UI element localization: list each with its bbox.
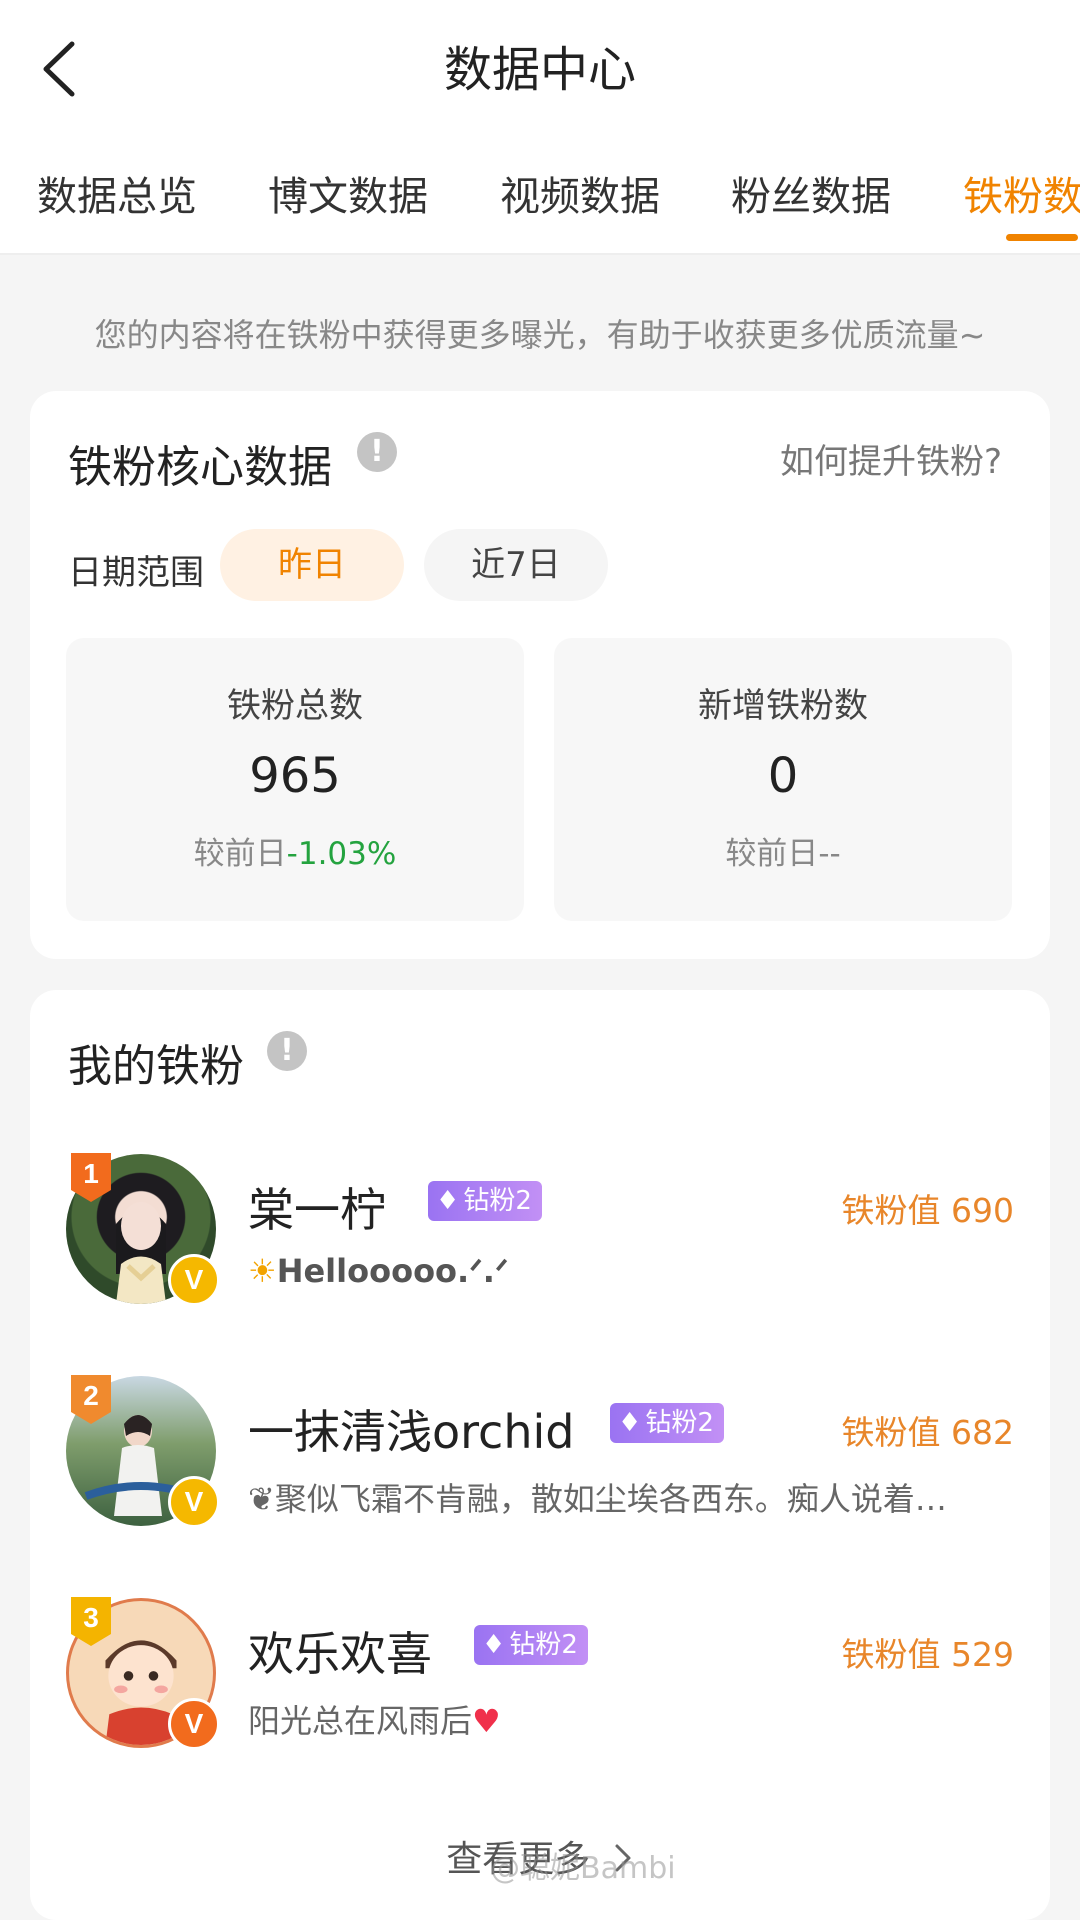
watermark: @聪妮Bambi xyxy=(490,1851,676,1886)
tab-bar: 数据总览 博文数据 视频数据 粉丝数据 铁粉数据 xyxy=(0,140,1080,255)
gem-icon: ♦ xyxy=(618,1408,642,1438)
verified-v-icon: V xyxy=(168,1254,220,1306)
stat-compare: 较前日-- xyxy=(554,828,1012,873)
stat-new-iron-fans: 新增铁粉数 0 较前日-- xyxy=(554,638,1012,921)
fan-row[interactable]: 3 V 欢乐欢喜 ♦ 钻粉2 铁粉值 529 阳光总在风雨后♥ xyxy=(66,1597,1014,1758)
level-text: 钻粉2 xyxy=(645,1408,714,1438)
level-text: 钻粉2 xyxy=(509,1630,578,1660)
gem-icon: ♦ xyxy=(436,1186,460,1216)
fan-row[interactable]: 1 V 棠一柠 ♦ 钻粉2 铁粉值 690 ☀Hellooooo.ᐟ.ᐟ xyxy=(66,1153,1014,1314)
change-value: -- xyxy=(818,836,841,872)
info-icon[interactable]: ! xyxy=(357,432,397,472)
tab-post-data[interactable]: 博文数据 xyxy=(268,170,428,224)
bio-text: Hellooooo.ᐟ.ᐟ xyxy=(276,1252,509,1290)
heart-icon: ♥ xyxy=(472,1702,501,1740)
rank-badge: 3 xyxy=(68,1594,114,1648)
gem-icon: ♦ xyxy=(482,1630,506,1660)
rank-number: 2 xyxy=(83,1380,99,1411)
fan-bio: ☀Hellooooo.ᐟ.ᐟ xyxy=(248,1252,509,1290)
iron-fan-value: 铁粉值 690 xyxy=(841,1191,1014,1230)
tab-video-data[interactable]: 视频数据 xyxy=(500,170,660,224)
fan-bio: 阳光总在风雨后♥ xyxy=(248,1696,501,1742)
stat-compare: 较前日-1.03% xyxy=(66,828,524,873)
date-option-7days[interactable]: 近7日 xyxy=(424,529,608,601)
tab-iron-fans-data[interactable]: 铁粉数据 xyxy=(963,170,1080,224)
active-tab-indicator xyxy=(1006,234,1078,241)
rank-badge: 2 xyxy=(68,1372,114,1426)
how-to-increase-link[interactable]: 如何提升铁粉? xyxy=(780,434,1002,483)
my-iron-fans-card: 我的铁粉 ! 1 V 棠一柠 ♦ 钻粉2 铁粉值 690 ☀Hellooooo.ᐟ… xyxy=(30,990,1050,1920)
level-badge: ♦ 钻粉2 xyxy=(610,1403,724,1443)
level-badge: ♦ 钻粉2 xyxy=(428,1181,542,1221)
iron-fan-value: 铁粉值 682 xyxy=(841,1413,1014,1452)
info-icon[interactable]: ! xyxy=(267,1031,307,1071)
tab-fans-data[interactable]: 粉丝数据 xyxy=(731,170,891,224)
core-data-card: 铁粉核心数据 ! 如何提升铁粉? 日期范围 昨日 近7日 铁粉总数 965 较前… xyxy=(30,391,1050,959)
tab-overview[interactable]: 数据总览 xyxy=(37,170,197,224)
notice-text: 您的内容将在铁粉中获得更多曝光，有助于收获更多优质流量~ xyxy=(94,316,986,354)
date-range-label: 日期范围 xyxy=(68,553,204,593)
compare-prefix: 较前日 xyxy=(725,836,819,872)
iron-fan-value: 铁粉值 529 xyxy=(841,1635,1014,1674)
bio-text: 聚似飞霜不肯融，散如尘埃各西东。痴人说着… xyxy=(274,1480,947,1518)
page-title: 数据中心 xyxy=(443,42,636,98)
level-text: 钻粉2 xyxy=(463,1186,532,1216)
bio-text: 阳光总在风雨后 xyxy=(248,1702,473,1740)
verified-v-icon: V xyxy=(168,1476,220,1528)
verified-v-icon: V xyxy=(168,1698,220,1750)
compare-prefix: 较前日 xyxy=(193,836,287,872)
rank-number: 3 xyxy=(83,1602,99,1633)
stat-label: 铁粉总数 xyxy=(227,686,363,726)
fan-name: 一抹清浅orchid xyxy=(248,1405,575,1459)
stat-total-iron-fans: 铁粉总数 965 较前日-1.03% xyxy=(66,638,524,921)
rank-badge: 1 xyxy=(68,1150,114,1204)
level-badge: ♦ 钻粉2 xyxy=(474,1625,588,1665)
fan-name: 棠一柠 xyxy=(248,1183,386,1237)
heart-bullet-icon: ❦ xyxy=(248,1480,275,1518)
sun-emoji-icon: ☀ xyxy=(248,1252,277,1290)
stat-value: 965 xyxy=(249,748,341,804)
change-value: -1.03% xyxy=(286,836,397,872)
fan-bio: ❦聚似飞霜不肯融，散如尘埃各西东。痴人说着… xyxy=(248,1474,947,1520)
header-bar: 数据中心 xyxy=(0,0,1080,140)
fan-row[interactable]: 2 V 一抹清浅orchid ♦ 钻粉2 铁粉值 682 ❦聚似飞霜不肯融，散如尘… xyxy=(66,1375,1014,1536)
rank-number: 1 xyxy=(83,1158,99,1189)
my-iron-fans-title: 我的铁粉 xyxy=(68,1041,244,1092)
stat-value: 0 xyxy=(767,748,799,804)
fan-name: 欢乐欢喜 xyxy=(248,1627,432,1681)
stat-label: 新增铁粉数 xyxy=(698,686,868,726)
core-data-title: 铁粉核心数据 xyxy=(68,442,332,493)
date-option-yesterday[interactable]: 昨日 xyxy=(220,529,404,601)
